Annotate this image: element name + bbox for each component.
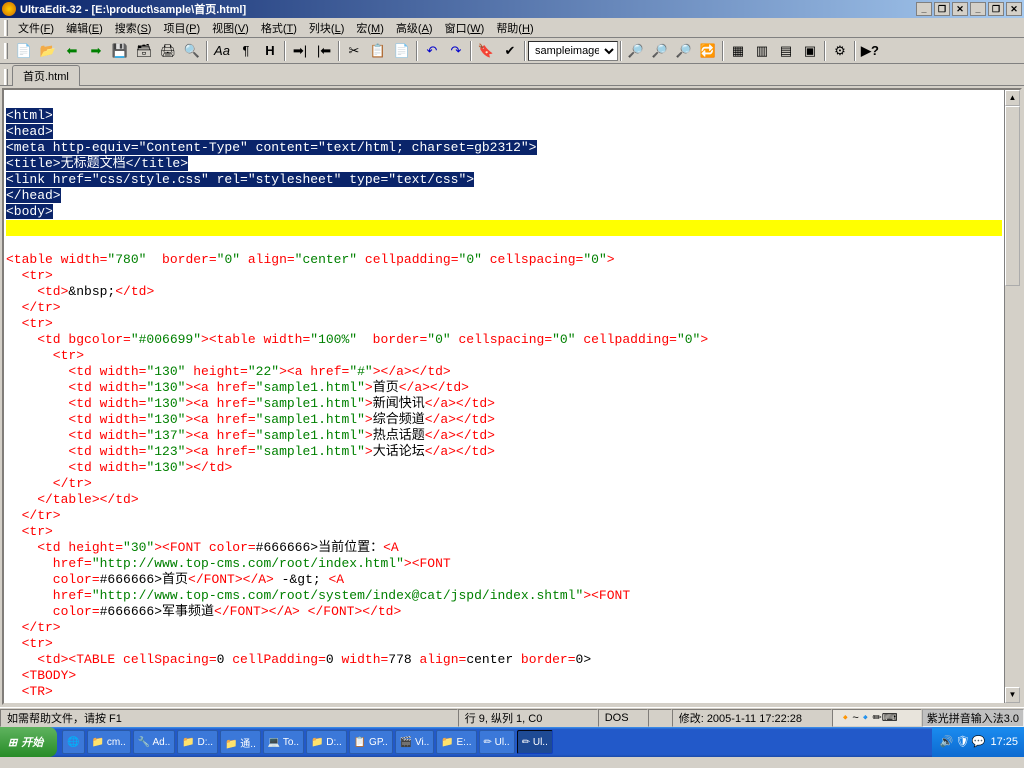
windows-taskbar: ⊞ 开始 🌐📁 cm..🔧 Ad..📁 D:..📁 通..💻 To..📁 D:.…	[0, 727, 1024, 757]
menu-l[interactable]: 列块(L)	[303, 21, 350, 37]
tray-icon[interactable]: 🔊	[939, 735, 953, 749]
scroll-up-button[interactable]: ▲	[1005, 90, 1020, 106]
taskbar-item[interactable]: 📁 通..	[220, 730, 261, 754]
status-bar: 如需帮助文件，请按 F1 行 9, 纵列 1, C0 DOS 修改: 2005-…	[0, 707, 1024, 727]
copy-button[interactable]: 📋	[367, 40, 389, 62]
hex-button[interactable]: H	[259, 40, 281, 62]
print-button[interactable]: 🖨	[157, 40, 179, 62]
taskbar-item[interactable]: 📁 cm..	[87, 730, 131, 754]
restore-button[interactable]: ❐	[934, 2, 950, 16]
menu-bar: 文件(F)编辑(E)搜索(S)项目(P)视图(V)格式(T)列块(L)宏(M)高…	[0, 18, 1024, 38]
taskbar-item[interactable]: 🎬 Vi..	[395, 730, 435, 754]
cut-button[interactable]: ✂	[343, 40, 365, 62]
view1-button[interactable]: ▦	[727, 40, 749, 62]
status-modified: 修改: 2005-1-11 17:22:28	[672, 709, 832, 727]
outdent-button[interactable]: |⬅	[313, 40, 335, 62]
tab-handle[interactable]	[4, 69, 8, 85]
taskbar-item[interactable]: 💻 To..	[263, 730, 304, 754]
scroll-down-button[interactable]: ▼	[1005, 687, 1020, 703]
mdi-close-button[interactable]: ✕	[1006, 2, 1022, 16]
findtext-combo[interactable]: sampleimages	[528, 41, 618, 61]
paste-button[interactable]: 📄	[391, 40, 413, 62]
start-button[interactable]: ⊞ 开始	[0, 727, 57, 757]
view4-button[interactable]: ▣	[799, 40, 821, 62]
menu-w[interactable]: 窗口(W)	[439, 21, 491, 37]
editor-area: <html> <head> <meta http-equiv="Content-…	[2, 88, 1022, 705]
menu-a[interactable]: 高级(A)	[390, 21, 439, 37]
view2-button[interactable]: ▥	[751, 40, 773, 62]
status-position: 行 9, 纵列 1, C0	[458, 709, 598, 727]
menu-m[interactable]: 宏(M)	[350, 21, 390, 37]
taskbar-item[interactable]: ✏ Ul..	[479, 730, 515, 754]
taskbar-item[interactable]: 📁 D:..	[177, 730, 218, 754]
menu-s[interactable]: 搜索(S)	[109, 21, 158, 37]
menu-handle[interactable]	[4, 20, 8, 36]
redo-button[interactable]: ↷	[445, 40, 467, 62]
config-button[interactable]: ⚙	[829, 40, 851, 62]
menu-t[interactable]: 格式(T)	[255, 21, 303, 37]
code-editor[interactable]: <html> <head> <meta http-equiv="Content-…	[4, 90, 1004, 703]
vertical-scrollbar[interactable]: ▲ ▼	[1004, 90, 1020, 703]
forward-button[interactable]: ➡	[85, 40, 107, 62]
open-button[interactable]: 📂	[37, 40, 59, 62]
mdi-restore-button[interactable]: ❐	[988, 2, 1004, 16]
toolbar-handle[interactable]	[4, 43, 8, 59]
taskbar-item[interactable]: 📁 D:..	[306, 730, 347, 754]
ime-icons[interactable]: 🔸~🔹✏⌨	[832, 709, 922, 727]
undo-button[interactable]: ↶	[421, 40, 443, 62]
replace-button[interactable]: 🔁	[697, 40, 719, 62]
mdi-minimize-button[interactable]: _	[970, 2, 986, 16]
toolbar: 📄 📂 ⬅ ➡ 💾 🗃 🖨 🔍 Aa ¶ H ➡| |⬅ ✂ 📋 📄 ↶ ↷ 🔖…	[0, 38, 1024, 64]
menu-v[interactable]: 视图(V)	[206, 21, 255, 37]
clock[interactable]: 17:25	[990, 736, 1018, 748]
document-tab-bar: 首页.html	[0, 64, 1024, 86]
saveall-button[interactable]: 🗃	[133, 40, 155, 62]
window-title: UltraEdit-32 - [E:\product\sample\首页.htm…	[20, 1, 246, 17]
find-prev-button[interactable]: 🔎	[673, 40, 695, 62]
find-button[interactable]: 🔎	[625, 40, 647, 62]
tray-icon[interactable]: 🛡	[955, 735, 969, 749]
document-tab[interactable]: 首页.html	[12, 65, 80, 86]
system-tray[interactable]: 🔊 🛡 💬 17:25	[932, 727, 1024, 757]
bookmark-button[interactable]: 🔖	[475, 40, 497, 62]
taskbar-item[interactable]: 🌐	[62, 730, 84, 754]
title-bar: UltraEdit-32 - [E:\product\sample\首页.htm…	[0, 0, 1024, 18]
taskbar-item[interactable]: 🔧 Ad..	[133, 730, 175, 754]
menu-p[interactable]: 项目(P)	[157, 21, 206, 37]
spellcheck-button[interactable]: ✔	[499, 40, 521, 62]
ime-indicator[interactable]: 紫光拼音输入法3.0	[922, 709, 1024, 727]
back-button[interactable]: ⬅	[61, 40, 83, 62]
context-help-button[interactable]: ▶?	[859, 40, 881, 62]
menu-f[interactable]: 文件(F)	[12, 21, 60, 37]
minimize-button[interactable]: _	[916, 2, 932, 16]
taskbar-item[interactable]: 📋 GP..	[349, 730, 393, 754]
menu-e[interactable]: 编辑(E)	[60, 21, 109, 37]
taskbar-item[interactable]: 📁 E:..	[436, 730, 476, 754]
status-encoding: DOS	[598, 709, 648, 727]
menu-h[interactable]: 帮助(H)	[490, 21, 539, 37]
close-button[interactable]: ✕	[952, 2, 968, 16]
view3-button[interactable]: ▤	[775, 40, 797, 62]
preview-button[interactable]: 🔍	[181, 40, 203, 62]
new-button[interactable]: 📄	[13, 40, 35, 62]
scroll-thumb[interactable]	[1005, 106, 1020, 286]
status-help: 如需帮助文件，请按 F1	[0, 709, 458, 727]
app-icon	[2, 2, 16, 16]
start-label: 开始	[21, 734, 43, 750]
indent-button[interactable]: ➡|	[289, 40, 311, 62]
windows-logo-icon: ⊞	[8, 736, 17, 749]
tray-icon[interactable]: 💬	[971, 735, 985, 749]
taskbar-item[interactable]: ✏ Ul..	[517, 730, 553, 754]
status-blank1	[648, 709, 672, 727]
save-button[interactable]: 💾	[109, 40, 131, 62]
word-wrap-button[interactable]: ¶	[235, 40, 257, 62]
find-next-button[interactable]: 🔎	[649, 40, 671, 62]
toggle-case-button[interactable]: Aa	[211, 40, 233, 62]
